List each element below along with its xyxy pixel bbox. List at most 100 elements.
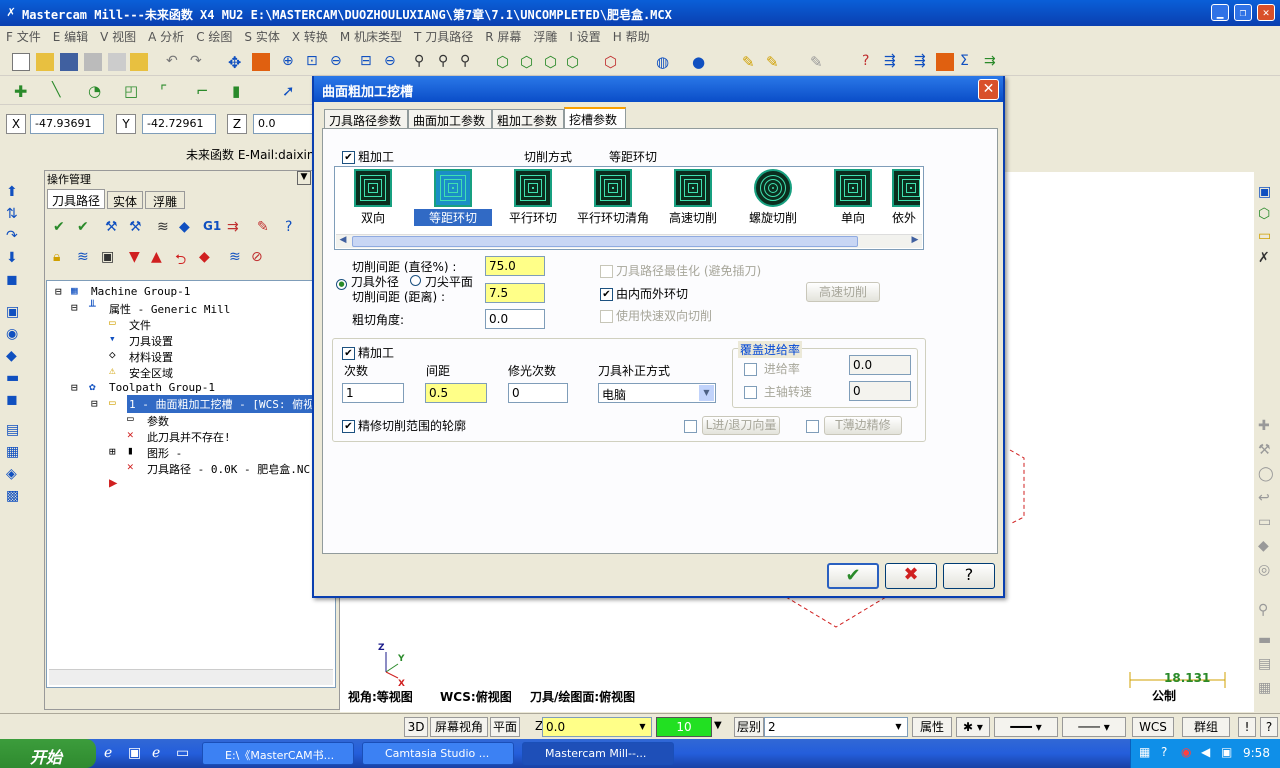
- toggle-display-icon[interactable]: ≋: [77, 249, 89, 265]
- level-button[interactable]: 层别: [734, 717, 764, 737]
- tree-machine-group[interactable]: Machine Group-1: [91, 285, 190, 298]
- expand-icon[interactable]: ⊟: [91, 397, 98, 410]
- tab-pocket-params[interactable]: 挖槽参数: [564, 107, 626, 130]
- inside-out-row[interactable]: ✔ 由内而外环切: [600, 285, 688, 302]
- pencil2-icon[interactable]: ✎: [766, 53, 784, 71]
- insert-icon[interactable]: ◆: [199, 249, 210, 265]
- globe-icon[interactable]: ◍: [656, 53, 674, 71]
- groups-button[interactable]: 群组: [1182, 717, 1230, 737]
- insert-arrow-icon[interactable]: ⮌: [175, 249, 186, 273]
- z-depth-dropdown-icon[interactable]: ▼: [635, 719, 650, 735]
- pattern-parallel-spiral-clean[interactable]: 平行环切清角: [574, 169, 652, 229]
- undo-icon[interactable]: ↶: [166, 53, 184, 71]
- pattern-scrollbar[interactable]: ◀ ▶: [336, 234, 922, 248]
- tab-solids[interactable]: 实体: [107, 191, 143, 209]
- y-coord-input[interactable]: -42.72961: [142, 114, 216, 134]
- help-tray-icon[interactable]: ?: [1161, 745, 1167, 759]
- dock-icon-7[interactable]: ◉: [6, 326, 22, 342]
- screen-view-button[interactable]: 屏幕视角: [430, 717, 488, 737]
- tree-stock-setup[interactable]: 材料设置: [129, 349, 173, 365]
- rdock-icon-11[interactable]: ◎: [1258, 562, 1270, 578]
- optimize-row[interactable]: 刀具路径最佳化 (避免插刀): [600, 262, 761, 279]
- post-op-icon[interactable]: ⇉: [227, 219, 239, 235]
- pencil-icon[interactable]: ✎: [742, 53, 760, 71]
- menu-analyze[interactable]: A 分析: [142, 26, 190, 47]
- tab-toolpaths[interactable]: 刀具路径: [47, 189, 105, 209]
- menu-screen[interactable]: R 屏幕: [479, 26, 527, 47]
- lead-in-out-button[interactable]: L进/退刀向量: [702, 416, 780, 435]
- feed-row[interactable]: 进给率: [744, 360, 800, 377]
- finish-checkbox[interactable]: ✔: [342, 347, 355, 360]
- menu-toolpaths[interactable]: T 刀具路径: [408, 26, 479, 47]
- thin-wall-button[interactable]: T薄边精修: [824, 416, 902, 435]
- stepover-dist-input[interactable]: 7.5: [485, 283, 545, 303]
- dock-icon-9[interactable]: ▬: [6, 370, 22, 386]
- cancel-button[interactable]: ✖: [885, 563, 937, 589]
- rdock-icon-1[interactable]: ▣: [1258, 184, 1271, 200]
- dock-icon-8[interactable]: ◆: [6, 348, 22, 364]
- toolpath-manager-icon[interactable]: ⇶: [884, 53, 902, 71]
- z-coord-input[interactable]: 0.0: [253, 114, 313, 134]
- tab-art[interactable]: 浮雕: [145, 191, 185, 209]
- dock-icon-12[interactable]: ▦: [6, 444, 22, 460]
- level-dropdown-icon[interactable]: ▼: [891, 719, 906, 735]
- save-icon[interactable]: [60, 53, 78, 71]
- only-display-icon[interactable]: ≋: [229, 249, 241, 265]
- move-up-icon[interactable]: ▲: [151, 249, 162, 265]
- rectangle-icon[interactable]: ⌜: [160, 82, 178, 100]
- surface-icon[interactable]: ▮: [232, 82, 250, 100]
- fit-icon[interactable]: ⊕: [282, 53, 300, 71]
- opmgr-dropdown-icon[interactable]: ▼: [297, 171, 311, 185]
- quicklaunch-icon-3[interactable]: ℯ: [152, 745, 160, 761]
- spindle-checkbox[interactable]: [744, 386, 757, 399]
- view-cube4-icon[interactable]: ⬡: [566, 53, 584, 71]
- dock-icon-5[interactable]: ◼: [6, 272, 22, 288]
- hide-icon[interactable]: ⊘: [251, 249, 263, 265]
- menu-xform[interactable]: X 转换: [286, 26, 334, 47]
- tree-parameters[interactable]: 参数: [147, 413, 169, 429]
- rdock-icon-7[interactable]: ◯: [1258, 466, 1274, 482]
- rough-checkbox[interactable]: ✔: [342, 151, 355, 164]
- level-input[interactable]: 2 ▼: [764, 717, 908, 737]
- color-dropdown-icon[interactable]: ▼: [714, 720, 722, 731]
- task-explorer[interactable]: E:\《MasterCAM书...: [202, 742, 354, 765]
- expand-icon[interactable]: ⊟: [71, 301, 78, 314]
- pattern-true-spiral[interactable]: 螺旋切削: [734, 169, 812, 229]
- fillet-icon[interactable]: ◰: [124, 82, 142, 100]
- dock-icon-11[interactable]: ▤: [6, 422, 22, 438]
- dock-icon-6[interactable]: ▣: [6, 304, 22, 320]
- view-cube2-icon[interactable]: ⬡: [520, 53, 538, 71]
- layers-icon[interactable]: ⇶: [914, 53, 932, 71]
- rdock-icon-9[interactable]: ▭: [1258, 514, 1271, 530]
- quicklaunch-icon-2[interactable]: ▣: [128, 745, 141, 761]
- rough-checkbox-row[interactable]: ✔ 粗加工: [342, 148, 394, 165]
- fast-zigzag-row[interactable]: 使用快速双向切削: [600, 307, 712, 324]
- properties-icon[interactable]: [130, 53, 148, 71]
- task-camtasia[interactable]: Camtasia Studio ...: [362, 742, 514, 765]
- tool2-icon[interactable]: ⚲: [438, 53, 456, 71]
- wand-icon[interactable]: ✎: [810, 53, 828, 71]
- pattern-one-way[interactable]: 单向: [814, 169, 892, 229]
- move-down-icon[interactable]: ▼: [129, 249, 140, 265]
- point-icon[interactable]: ✚: [14, 82, 32, 101]
- zoom-window-icon[interactable]: ⊡: [306, 53, 324, 71]
- expand-icon[interactable]: ⊞: [109, 445, 116, 458]
- scroll-thumb[interactable]: [352, 236, 858, 247]
- ie-icon[interactable]: ℯ: [104, 745, 112, 761]
- pan-icon[interactable]: ✥: [228, 53, 246, 72]
- shade-cube-icon[interactable]: ⬡: [604, 53, 622, 71]
- menu-machine-type[interactable]: M 机床类型: [334, 26, 408, 47]
- tree-scrollbar[interactable]: [49, 669, 333, 685]
- dropdown-arrow-icon[interactable]: ▼: [699, 385, 714, 401]
- point-style-select[interactable]: ✱ ▾: [956, 717, 990, 737]
- network-icon[interactable]: ▣: [1221, 745, 1232, 759]
- dialog-close-button[interactable]: ✕: [978, 79, 999, 100]
- zoom-icon[interactable]: ⊖: [330, 53, 348, 71]
- pattern-parallel-spiral[interactable]: 平行环切: [494, 169, 572, 229]
- select-all-icon[interactable]: ✔: [53, 219, 65, 235]
- zoom-out-icon[interactable]: ⊖: [384, 53, 402, 71]
- toggle-post-icon[interactable]: ▣: [101, 249, 114, 265]
- spindle-row[interactable]: 主轴转速: [744, 383, 812, 400]
- dock-icon-2[interactable]: ⇅: [6, 206, 22, 222]
- feed-input[interactable]: 0.0: [849, 355, 911, 375]
